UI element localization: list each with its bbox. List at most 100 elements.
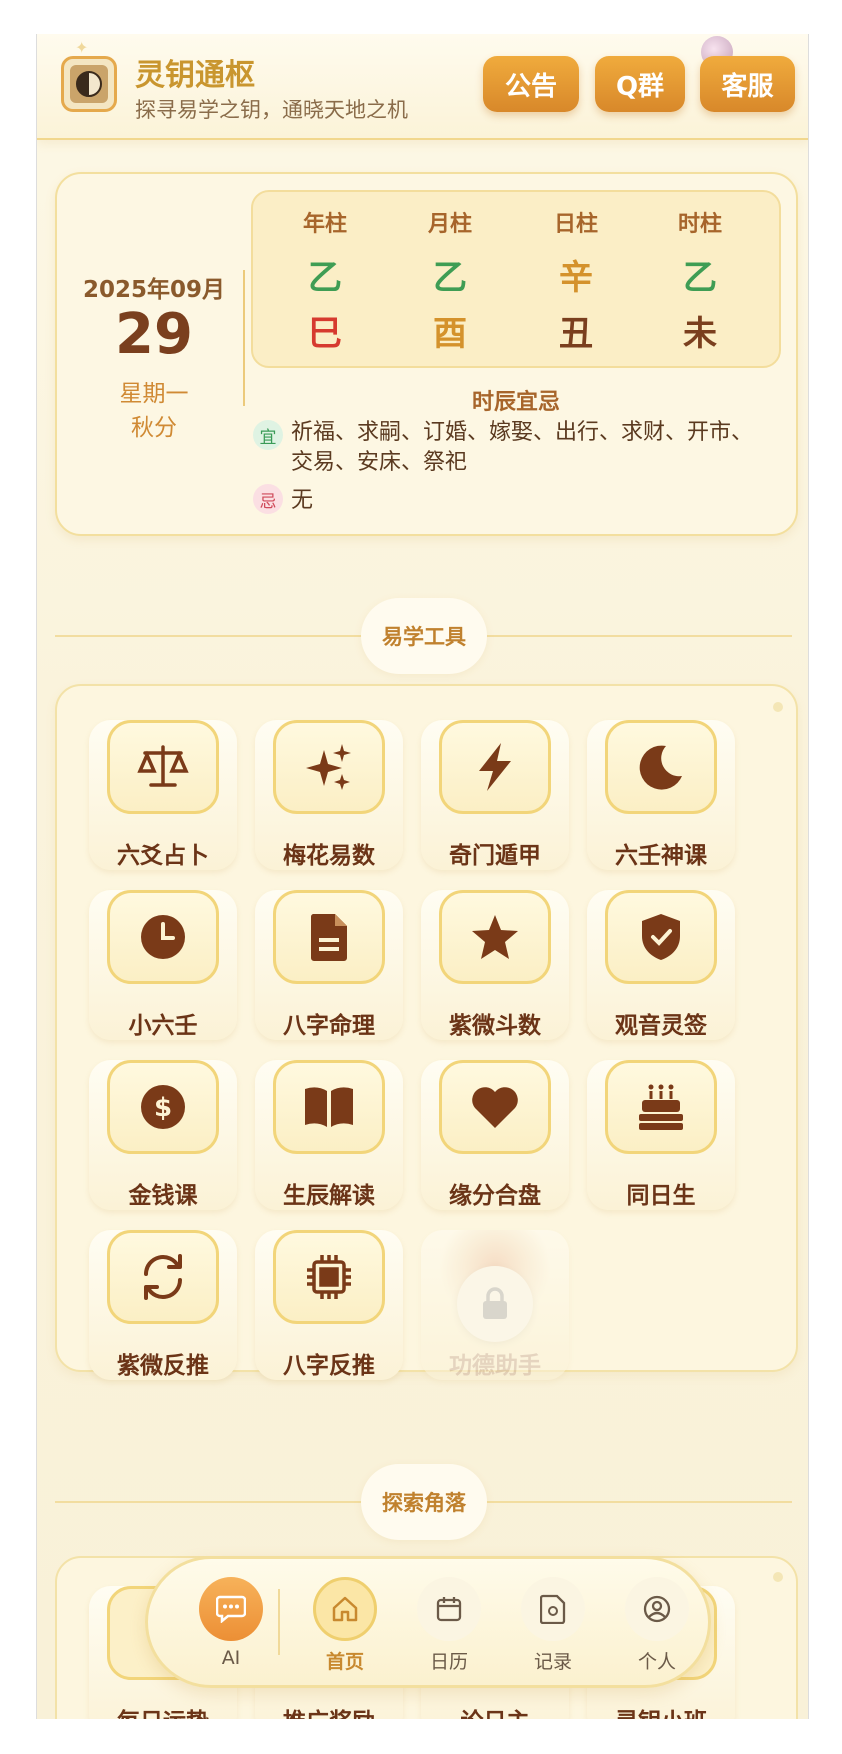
app-subtitle: 探寻易学之钥，通晓天地之机: [135, 98, 408, 122]
tool-liuren[interactable]: 六壬神课: [587, 720, 735, 870]
cake-icon: [605, 1060, 717, 1154]
ji-badge: 忌: [253, 484, 283, 514]
section-title-tools: 易学工具: [361, 598, 487, 674]
tool-label: 六爻占卜: [117, 843, 209, 869]
tool-liuyao[interactable]: 六爻占卜: [89, 720, 237, 870]
tool-ziwei-reverse[interactable]: 紫微反推: [89, 1230, 237, 1380]
bottom-nav: AI 首页 日历 记录 个人: [145, 1556, 711, 1688]
nav-label: 日历: [429, 1651, 468, 1673]
record-file-icon: [521, 1577, 585, 1641]
document-icon: [273, 890, 385, 984]
notice-button[interactable]: 公告: [483, 56, 579, 112]
tool-label: 六壬神课: [615, 843, 707, 869]
yi-text: 祈福、求嗣、订婚、嫁娶、出行、求财、开市、交易、安床、祭祀: [291, 420, 754, 475]
four-pillars: 年柱 乙 巳 月柱 乙 酉 日柱 辛 丑 时柱 乙 未: [251, 190, 781, 368]
tool-bazi-reverse[interactable]: 八字反推: [255, 1230, 403, 1380]
app-logo: [61, 56, 117, 112]
divider: [243, 270, 245, 406]
yiji-title: 时辰宜忌: [471, 390, 560, 415]
tool-jinqian[interactable]: $ 金钱课: [89, 1060, 237, 1210]
date-weekday: 星期一: [119, 381, 189, 407]
clock-icon: [107, 890, 219, 984]
pillar-stem: 乙: [433, 258, 467, 298]
tool-gongde-locked[interactable]: 功德助手: [421, 1230, 569, 1380]
tool-yuanfen[interactable]: 缘分合盘: [421, 1060, 569, 1210]
date-year-month: 2025年09月: [82, 277, 226, 303]
tool-ziwei[interactable]: 紫微斗数: [421, 890, 569, 1040]
tool-label: 每日运势: [89, 1702, 237, 1719]
tool-label: 灵钥小班: [587, 1702, 735, 1719]
pillar-branch: 未: [683, 314, 717, 354]
tool-label: 紫微反推: [117, 1353, 209, 1379]
tool-label: 金钱课: [128, 1183, 198, 1209]
refresh-icon: [107, 1230, 219, 1324]
app-screen: ✦ 灵钥通枢 探寻易学之钥，通晓天地之机 公告 Q群 客服 2025年09月 2…: [36, 34, 809, 1719]
tool-label: 生辰解读: [283, 1183, 375, 1209]
nav-home[interactable]: 首页: [300, 1577, 390, 1677]
pillar-stem: 乙: [683, 258, 717, 298]
yin-yang-icon: [76, 71, 102, 97]
bolt-icon: [439, 720, 551, 814]
yi-badge: 宜: [253, 420, 283, 450]
nav-ai[interactable]: AI: [186, 1577, 276, 1677]
tool-label: 功德助手: [449, 1353, 541, 1379]
section-title-explore: 探索角落: [361, 1464, 487, 1540]
pillar-stem: 辛: [559, 258, 593, 298]
nav-records[interactable]: 记录: [508, 1577, 598, 1677]
sparkle-icon: ✦: [75, 38, 89, 57]
tool-label: 观音灵签: [615, 1013, 707, 1039]
pillar-label: 日柱: [553, 212, 598, 237]
tool-label: 论日主: [421, 1702, 569, 1719]
tool-label: 缘分合盘: [449, 1183, 541, 1209]
tool-label: 同日生: [626, 1183, 696, 1209]
nav-label: 个人: [637, 1651, 676, 1673]
decor-dot: [773, 1572, 783, 1582]
chip-icon: [273, 1230, 385, 1324]
chat-bubble-icon: [199, 1577, 263, 1641]
home-icon: [313, 1577, 377, 1641]
tool-qimen[interactable]: 奇门遁甲: [421, 720, 569, 870]
tool-xiaoliuren[interactable]: 小六壬: [89, 890, 237, 1040]
app-title: 灵钥通枢: [135, 58, 255, 93]
lock-icon: [457, 1266, 533, 1342]
star-icon: [439, 890, 551, 984]
tool-label: 八字反推: [283, 1353, 375, 1379]
ji-text: 无: [291, 488, 314, 513]
app-header: ✦ 灵钥通枢 探寻易学之钥，通晓天地之机 公告 Q群 客服: [37, 34, 808, 140]
tool-label: 紫微斗数: [449, 1013, 541, 1039]
pillar-stem: 乙: [308, 258, 342, 298]
nav-label: AI: [221, 1647, 241, 1669]
nav-profile[interactable]: 个人: [612, 1577, 702, 1677]
book-icon: [273, 1060, 385, 1154]
pillar-branch: 巳: [308, 314, 342, 354]
calendar-icon: [417, 1577, 481, 1641]
pillar-branch: 丑: [559, 314, 593, 354]
tool-meihua[interactable]: 梅花易数: [255, 720, 403, 870]
pillar-label: 年柱: [302, 212, 347, 237]
pillar-label: 时柱: [677, 212, 722, 237]
moon-icon: [605, 720, 717, 814]
date-solar-term: 秋分: [131, 415, 177, 441]
date-card: 2025年09月 29 星期一 秋分 年柱 乙 巳 月柱 乙 酉 日柱 辛 丑 …: [55, 172, 798, 536]
qq-group-button[interactable]: Q群: [595, 56, 685, 112]
tool-label: 奇门遁甲: [449, 843, 541, 869]
pillar-label: 月柱: [427, 212, 472, 237]
tool-label: 八字命理: [283, 1013, 375, 1039]
tool-guanyin[interactable]: 观音灵签: [587, 890, 735, 1040]
heart-icon: [439, 1060, 551, 1154]
tool-label: 小六壬: [128, 1013, 198, 1039]
tool-bazi[interactable]: 八字命理: [255, 890, 403, 1040]
decor-dot: [773, 702, 783, 712]
scale-icon: [107, 720, 219, 814]
shield-check-icon: [605, 890, 717, 984]
nav-calendar[interactable]: 日历: [404, 1577, 494, 1677]
nav-label: 首页: [325, 1651, 364, 1673]
tool-tongrisheng[interactable]: 同日生: [587, 1060, 735, 1210]
nav-separator: [278, 1589, 280, 1655]
dollar-coin-icon: $: [107, 1060, 219, 1154]
tool-shengchen[interactable]: 生辰解读: [255, 1060, 403, 1210]
date-day: 29: [115, 302, 193, 367]
sparkles-icon: [273, 720, 385, 814]
customer-service-button[interactable]: 客服: [700, 56, 795, 112]
pillar-branch: 酉: [433, 314, 467, 354]
